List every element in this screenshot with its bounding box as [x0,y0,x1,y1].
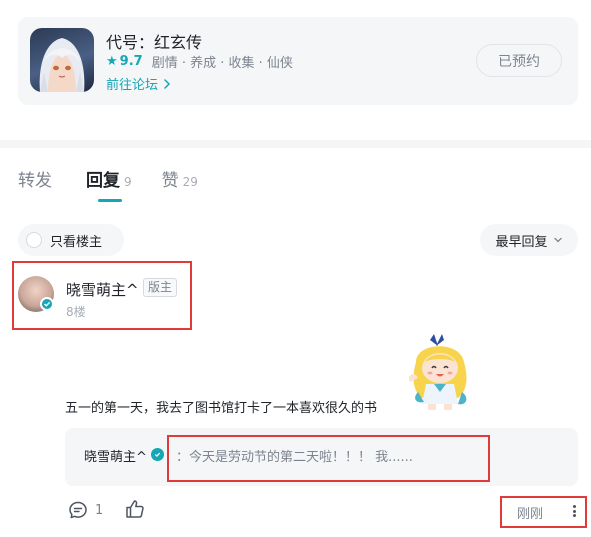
active-tab-indicator [98,199,122,202]
comment-icon [69,501,87,519]
game-title: 代号：红玄传 [106,33,203,52]
anime-character-icon [39,38,85,92]
anime-girl-sticker-icon [408,334,467,410]
like-button[interactable] [124,498,146,524]
tab-label: 回复 [86,171,120,191]
sort-dropdown[interactable]: 最早回复 [480,224,578,256]
game-icon[interactable] [30,28,94,92]
author-name[interactable]: 晓雪萌主^ [66,279,139,300]
reply-count: 1 [95,502,104,518]
tab-label: 转发 [18,171,52,191]
star-icon: ★ [106,54,118,69]
rating-row: ★ 9.7 剧情 · 养成 · 收集 · 仙侠 [106,52,293,71]
tab-label: 赞 [161,171,179,191]
section-divider [0,140,591,148]
tab-likes[interactable]: 赞 29 [162,166,198,206]
reserve-button[interactable]: 已预约 [476,44,562,77]
verified-icon [40,297,54,311]
verified-icon [151,448,164,461]
game-card[interactable]: 代号：红玄传 ★ 9.7 剧情 · 养成 · 收集 · 仙侠 前往论坛 已预约 [18,17,578,105]
floor-number: 8楼 [66,305,86,319]
moderator-badge: 版主 [143,278,178,297]
more-options-icon[interactable] [570,503,578,519]
quote-author[interactable]: 晓雪萌主^ [84,446,147,465]
forum-link-label: 前往论坛 [106,78,159,93]
radio-circle-icon [26,232,42,248]
quote-highlight-box [167,435,490,482]
post-time: 刚刚 [517,507,544,522]
thumbs-up-icon [126,500,144,518]
reply-button[interactable]: 1 [68,500,103,520]
tab-replies[interactable]: 回复 9 [86,166,132,206]
sort-label: 最早回复 [495,234,548,250]
forum-link[interactable]: 前往论坛 [106,74,173,93]
owner-only-toggle[interactable]: 只看楼主 [18,224,124,256]
game-score: 9.7 [119,54,143,69]
game-tags: 剧情 · 养成 · 收集 · 仙侠 [151,56,293,71]
tab-count: 29 [182,175,198,189]
tab-bar: 转发 回复 9 赞 29 [18,166,228,206]
chevron-right-icon [164,78,171,89]
tab-count: 9 [124,175,132,189]
tab-forward[interactable]: 转发 [18,166,56,206]
owner-only-label: 只看楼主 [50,234,103,250]
comment-text: 五一的第一天，我去了图书馆打卡了一本喜欢很久的书 [65,401,378,416]
chevron-down-icon [553,237,562,243]
